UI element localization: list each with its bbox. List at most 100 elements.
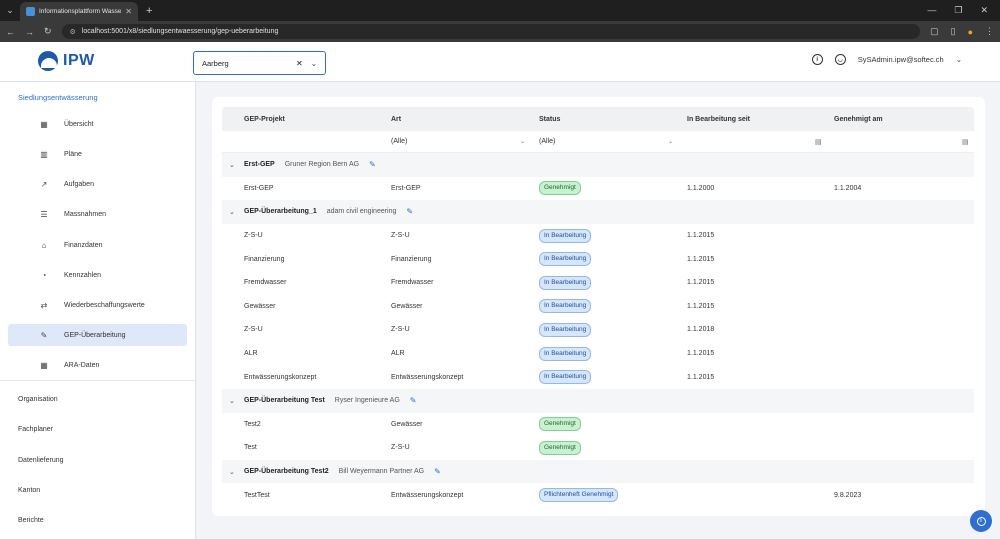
group-row[interactable]: ⌄ Erst-GEP Gruner Region Bern AG ✎ bbox=[222, 153, 974, 177]
chevron-down-icon[interactable]: ⌄ bbox=[229, 208, 235, 216]
sidebar-top-fachplaner[interactable]: Fachplaner bbox=[18, 426, 53, 433]
table-row[interactable]: Gewässer Gewässer In Bearbeitung 1.1.2015 bbox=[222, 295, 974, 319]
chevron-down-icon[interactable]: ⌄ bbox=[229, 468, 235, 476]
cell-art: Fremdwasser bbox=[391, 279, 434, 287]
browser-tabbar: ⌄ Informationsplattform Wasser ✕ + — ❐ ✕ bbox=[0, 0, 1000, 21]
group-row[interactable]: ⌄ GEP-Überarbeitung Test Ryser Ingenieure … bbox=[222, 388, 974, 413]
column-header-status[interactable]: Status bbox=[539, 116, 560, 123]
edit-icon[interactable]: ✎ bbox=[406, 207, 413, 216]
status-filter[interactable]: (Alle) bbox=[539, 138, 555, 145]
art-filter[interactable]: (Alle) bbox=[391, 138, 407, 145]
cell-projekt: Z-S-U bbox=[244, 232, 263, 240]
logo[interactable]: IPW bbox=[38, 51, 95, 71]
table-row[interactable]: Test2 Gewässer Genehmigt bbox=[222, 413, 974, 437]
address-bar[interactable]: ⚙ localhost:5001/x8/siedlungsentwaesseru… bbox=[61, 24, 921, 39]
sidebar-item-wiederbeschaffungswerte[interactable]: ⇄ Wiederbeschaffungswerte bbox=[8, 294, 187, 316]
sidebar-top-organisation[interactable]: Organisation bbox=[18, 396, 58, 403]
group-firm: Ryser Ingenieure AG bbox=[334, 397, 400, 405]
sidebar-item-aufgaben[interactable]: ↗ Aufgaben bbox=[8, 173, 187, 195]
municipality-select[interactable]: Aarberg ✕ ⌄ bbox=[193, 51, 326, 75]
main-card: GEP-Projekt Art Status In Bearbeitung se… bbox=[212, 97, 985, 516]
edit-icon[interactable]: ✎ bbox=[434, 467, 441, 476]
municipality-value: Aarberg bbox=[202, 58, 229, 68]
cell-art: Finanzierung bbox=[391, 255, 432, 263]
back-icon[interactable]: ← bbox=[6, 27, 15, 37]
browser-menu-icon[interactable]: ⋮ bbox=[985, 26, 994, 37]
url-text: localhost:5001/x8/siedlungsentwaesserung… bbox=[81, 28, 279, 35]
table-row[interactable]: Entwässerungskonzept Entwässerungskonzept… bbox=[222, 365, 974, 389]
table-row[interactable]: Finanzierung Finanzierung In Bearbeitung 1.… bbox=[222, 247, 974, 271]
status-filter-chevron-icon[interactable]: ⌄ bbox=[668, 138, 673, 145]
sidebar-item-plaene[interactable]: ▥ Pläne bbox=[8, 143, 187, 165]
chevron-down-icon[interactable]: ⌄ bbox=[311, 59, 317, 68]
table-row[interactable]: Test Z-S-U Genehmigt bbox=[222, 436, 974, 460]
sidebar-item-label: Massnahmen bbox=[64, 210, 107, 218]
chevron-down-icon[interactable]: ⌄ bbox=[229, 397, 235, 405]
cell-seit: 1.1.2018 bbox=[687, 326, 715, 334]
map-icon: ▥ bbox=[40, 149, 48, 159]
group-name: GEP-Überarbeitung_1 bbox=[244, 208, 317, 216]
sidepanel-icon[interactable]: ▯ bbox=[951, 26, 956, 37]
column-header-projekt[interactable]: GEP-Projekt bbox=[244, 116, 285, 123]
edit-icon[interactable]: ✎ bbox=[410, 396, 417, 405]
sidebar-top-kanton[interactable]: Kanton bbox=[18, 487, 40, 494]
group-row[interactable]: ⌄ GEP-Überarbeitung Test2 Bill Weyermann P… bbox=[222, 459, 974, 484]
reload-icon[interactable]: ↻ bbox=[44, 26, 52, 37]
minimize-icon[interactable]: — bbox=[927, 5, 936, 16]
sidebar-item-finanzdaten[interactable]: ⌂ Finanzdaten bbox=[8, 234, 187, 256]
table-row[interactable]: Erst-GEP Erst-GEP Genehmigt 1.1.2000 1.1.200… bbox=[222, 177, 974, 201]
date-filter-icon[interactable]: ▤ bbox=[962, 138, 969, 146]
table-icon: ▦ bbox=[40, 360, 48, 370]
user-icon[interactable]: ◡ bbox=[834, 54, 846, 65]
table-row[interactable]: ALR ALR In Bearbeitung 1.1.2015 bbox=[222, 342, 974, 366]
cell-seit: 1.1.2015 bbox=[687, 255, 715, 263]
close-tab-icon[interactable]: ✕ bbox=[125, 7, 132, 16]
tab-menu-icon[interactable]: ⌄ bbox=[0, 0, 20, 21]
sidebar-item-uebersicht[interactable]: ▦ Übersicht bbox=[8, 113, 187, 135]
table-row[interactable]: Fremdwasser Fremdwasser In Bearbeitung 1.1.… bbox=[222, 271, 974, 295]
sidebar-item-kennzahlen[interactable]: ◔ Kennzahlen bbox=[8, 264, 187, 286]
filter-row: (Alle) ⌄ (Alle) ⌄ ▤ ▤ bbox=[222, 131, 974, 153]
forward-icon[interactable]: → bbox=[25, 27, 34, 37]
edit-icon[interactable]: ✎ bbox=[369, 160, 376, 169]
status-badge: In Bearbeitung bbox=[539, 346, 592, 361]
sidebar-item-ara-daten[interactable]: ▦ ARA-Daten bbox=[8, 354, 187, 376]
sidebar-section-title[interactable]: Siedlungsentwässerung bbox=[18, 93, 98, 102]
new-tab-icon[interactable]: + bbox=[146, 5, 152, 17]
column-header-genehmigt[interactable]: Genehmigt am bbox=[834, 116, 883, 123]
user-menu-chevron-icon[interactable]: ⌄ bbox=[956, 55, 962, 64]
logo-mark-icon bbox=[38, 51, 58, 71]
extensions-icon[interactable]: ▢ bbox=[930, 26, 939, 37]
clear-icon[interactable]: ✕ bbox=[296, 59, 303, 68]
table-row[interactable]: Z-S-U Z-S-U In Bearbeitung 1.1.2018 bbox=[222, 318, 974, 342]
info-icon[interactable]: i bbox=[811, 54, 823, 65]
bank-icon: ⌂ bbox=[41, 240, 47, 250]
close-window-icon[interactable]: ✕ bbox=[980, 5, 988, 16]
column-header-seit[interactable]: In Bearbeitung seit bbox=[687, 116, 750, 123]
column-header-art[interactable]: Art bbox=[391, 116, 401, 123]
chevron-down-icon[interactable]: ⌄ bbox=[229, 161, 235, 169]
table-row[interactable]: Z-S-U Z-S-U In Bearbeitung 1.1.2015 bbox=[222, 224, 974, 248]
table-row[interactable]: TestTest Entwässerungskonzept Pflichtenhef… bbox=[222, 483, 974, 507]
date-filter-icon[interactable]: ▤ bbox=[815, 138, 822, 146]
site-info-icon[interactable]: ⚙ bbox=[70, 28, 76, 36]
sidebar-item-gep-ueberarbeitung[interactable]: ✎ GEP-Überarbeitung bbox=[8, 324, 187, 346]
art-filter-chevron-icon[interactable]: ⌄ bbox=[520, 138, 525, 145]
profile-icon[interactable]: ● bbox=[968, 27, 973, 37]
group-row[interactable]: ⌄ GEP-Überarbeitung_1 adam civil engineeri… bbox=[222, 200, 974, 224]
sidebar-item-label: Kennzahlen bbox=[64, 271, 101, 279]
group-name: Erst-GEP bbox=[244, 161, 275, 169]
sidebar-item-massnahmen[interactable]: ☰ Massnahmen bbox=[8, 203, 187, 225]
group-name: GEP-Überarbeitung Test bbox=[244, 397, 325, 405]
cell-projekt: Erst-GEP bbox=[244, 184, 274, 192]
cell-projekt: Fremdwasser bbox=[244, 279, 287, 287]
group-name: GEP-Überarbeitung Test2 bbox=[244, 468, 329, 476]
status-badge: Pflichtenheft Genehmigt bbox=[539, 488, 619, 503]
sidebar-top-berichte[interactable]: Berichte bbox=[18, 517, 44, 524]
sidebar-top-datenlieferung[interactable]: Datenlieferung bbox=[18, 457, 64, 464]
user-email[interactable]: SySAdmin.ipw@softec.ch bbox=[858, 55, 944, 64]
browser-tab[interactable]: Informationsplattform Wasser ✕ bbox=[20, 2, 138, 21]
status-badge: Genehmigt bbox=[539, 181, 581, 196]
restore-icon[interactable]: ❐ bbox=[954, 5, 962, 16]
help-button[interactable]: i bbox=[970, 510, 992, 532]
